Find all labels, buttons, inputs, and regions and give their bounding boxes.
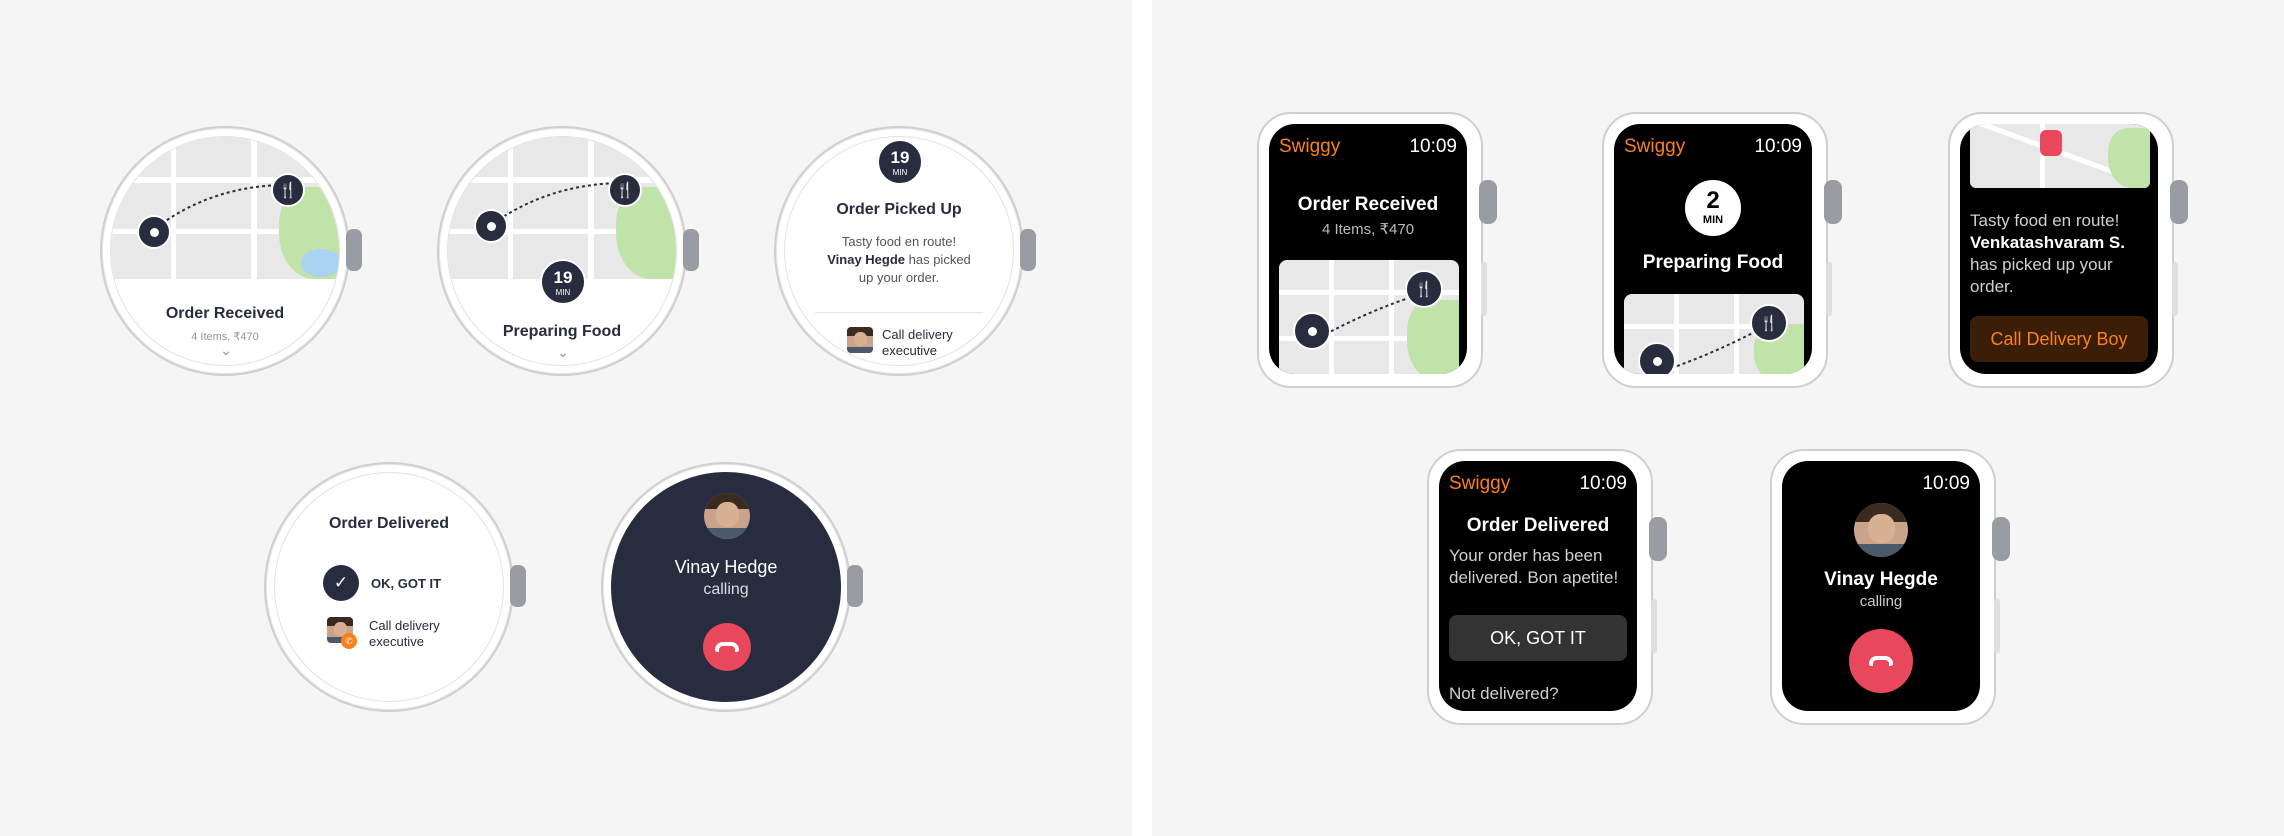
digital-crown[interactable] <box>1992 517 2010 561</box>
clock: 10:09 <box>1754 136 1802 157</box>
chevron-down-icon[interactable]: ⌄ <box>556 345 570 359</box>
order-status-title: Order Picked Up <box>836 201 962 218</box>
watch-face: Vinay Hedge calling <box>611 472 841 702</box>
round-watch-calling: Vinay Hedge calling <box>601 462 863 712</box>
square-watch-delivered: Swiggy 10:09 Order Delivered Your order … <box>1427 449 1667 725</box>
digital-crown[interactable] <box>510 565 526 607</box>
clock: 10:09 <box>1409 136 1457 157</box>
square-watch-preparing: Swiggy 10:09 2 MIN Preparing Food 🍴 <box>1602 112 1842 388</box>
order-status-title: Order Received <box>165 305 285 322</box>
divider <box>815 312 983 313</box>
call-delivery-link[interactable]: Call delivery executive <box>882 327 972 359</box>
restaurant-fork-icon: 🍴 <box>1405 270 1443 308</box>
destination-pin-icon <box>1293 312 1331 350</box>
eta-badge: 19 MIN <box>540 259 586 305</box>
order-status-title: Preparing Food <box>502 323 622 340</box>
status-line-2: Vinay Hegde has picked <box>827 252 971 267</box>
side-button[interactable] <box>1826 262 1832 316</box>
order-status-title: Order Delivered <box>1466 515 1610 536</box>
digital-crown[interactable] <box>2170 180 2188 224</box>
order-status-title: Order Received <box>1297 194 1439 215</box>
square-watch-calling: 10:09 Vinay Hegde calling <box>1770 449 2010 725</box>
map: 🍴 <box>1279 260 1459 374</box>
watch-face: 🍴 19 MIN Preparing Food ⌄ <box>447 136 677 366</box>
watch-face: Order Delivered ✓ OK, GOT IT ✆ Call deli… <box>274 472 504 702</box>
ok-got-it-button[interactable]: OK, GOT IT <box>371 576 441 591</box>
order-status-title: Preparing Food <box>1642 252 1784 273</box>
watch-face: 🍴 Order Received 4 Items, ₹470 ⌄ <box>110 136 340 366</box>
digital-crown[interactable] <box>346 229 362 271</box>
watch-screen: Swiggy 10:09 2 MIN Preparing Food 🍴 <box>1614 124 1812 374</box>
restaurant-fork-icon: 🍴 <box>271 173 305 207</box>
watch-screen: Tasty food en route! Venkatashvaram S. h… <box>1960 124 2158 374</box>
caller-name: Vinay Hegde <box>1824 569 1938 590</box>
side-button[interactable] <box>2172 262 2178 316</box>
side-button[interactable] <box>1481 262 1487 316</box>
status-line-3: up your order. <box>858 270 940 285</box>
map: 🍴 <box>1624 294 1804 374</box>
delivery-executive-name: Venkatashvaram S. <box>1970 233 2125 252</box>
round-watch-order-received: 🍴 Order Received 4 Items, ₹470 ⌄ <box>100 126 362 376</box>
digital-crown[interactable] <box>1824 180 1842 224</box>
destination-pin-icon <box>137 215 171 249</box>
check-icon[interactable]: ✓ <box>323 565 359 601</box>
hang-up-button[interactable] <box>1849 629 1913 693</box>
caller-name: Vinay Hedge <box>674 557 778 577</box>
restaurant-fork-icon: 🍴 <box>1750 304 1788 342</box>
hang-up-icon <box>715 642 739 652</box>
call-delivery-boy-button[interactable]: Call Delivery Boy <box>1970 316 2148 362</box>
status-line-1: Tasty food en route! <box>841 234 957 249</box>
map <box>1970 124 2150 188</box>
watch-screen: Swiggy 10:09 Order Delivered Your order … <box>1439 461 1637 711</box>
digital-crown[interactable] <box>683 229 699 271</box>
digital-crown[interactable] <box>1649 517 1667 561</box>
status-line-3: order. <box>1970 277 2014 296</box>
eta-badge: 2 MIN <box>1685 180 1741 236</box>
status-line-2: has picked up your <box>1970 255 2113 274</box>
divider <box>1132 0 1152 836</box>
destination-pin-icon <box>474 209 508 243</box>
caller-avatar <box>704 493 750 539</box>
watch-screen: Swiggy 10:09 Order Received 4 Items, ₹47… <box>1269 124 1467 374</box>
round-watch-picked-up: 19 MIN Order Picked Up Tasty food en rou… <box>774 126 1036 376</box>
delivery-executive-avatar <box>847 327 873 353</box>
clock: 10:09 <box>1579 473 1627 494</box>
app-name: Swiggy <box>1279 136 1341 157</box>
not-delivered-link[interactable]: Not delivered? <box>1449 683 1627 705</box>
eta-badge: 19 MIN <box>877 139 923 185</box>
hang-up-icon <box>1869 656 1893 666</box>
caller-avatar <box>1854 503 1908 557</box>
order-status-title: Order Delivered <box>328 515 450 532</box>
chevron-down-icon[interactable]: ⌄ <box>219 343 233 357</box>
round-watch-preparing: 🍴 19 MIN Preparing Food ⌄ <box>437 126 699 376</box>
call-status: calling <box>703 581 749 598</box>
hang-up-button[interactable] <box>703 623 751 671</box>
call-status: calling <box>1859 593 1903 610</box>
app-name: Swiggy <box>1449 473 1511 494</box>
delivered-message: Your order has been delivered. Bon apeti… <box>1449 546 1619 587</box>
map: 🍴 <box>448 137 676 279</box>
watch-screen: 10:09 Vinay Hegde calling <box>1782 461 1980 711</box>
phone-icon: ✆ <box>341 633 357 649</box>
digital-crown[interactable] <box>1479 180 1497 224</box>
digital-crown[interactable] <box>1020 229 1036 271</box>
call-delivery-link[interactable]: Call delivery executive <box>369 618 440 650</box>
clock: 10:09 <box>1922 473 1970 494</box>
side-button[interactable] <box>1994 599 2000 653</box>
square-watch-order-received: Swiggy 10:09 Order Received 4 Items, ₹47… <box>1257 112 1497 388</box>
destination-pin-icon <box>1638 342 1676 374</box>
app-name: Swiggy <box>1624 136 1686 157</box>
status-line-1: Tasty food en route! <box>1970 211 2120 230</box>
watch-face: 19 MIN Order Picked Up Tasty food en rou… <box>784 136 1014 366</box>
ok-got-it-button[interactable]: OK, GOT IT <box>1449 615 1627 661</box>
restaurant-fork-icon: 🍴 <box>608 173 642 207</box>
square-watch-picked-up: Tasty food en route! Venkatashvaram S. h… <box>1948 112 2188 388</box>
map: 🍴 <box>111 137 339 279</box>
order-summary: 4 Items, ₹470 <box>1321 221 1415 238</box>
side-button[interactable] <box>1651 599 1657 653</box>
delivery-scooter-icon <box>2040 130 2062 156</box>
round-watch-delivered: Order Delivered ✓ OK, GOT IT ✆ Call deli… <box>264 462 526 712</box>
digital-crown[interactable] <box>847 565 863 607</box>
